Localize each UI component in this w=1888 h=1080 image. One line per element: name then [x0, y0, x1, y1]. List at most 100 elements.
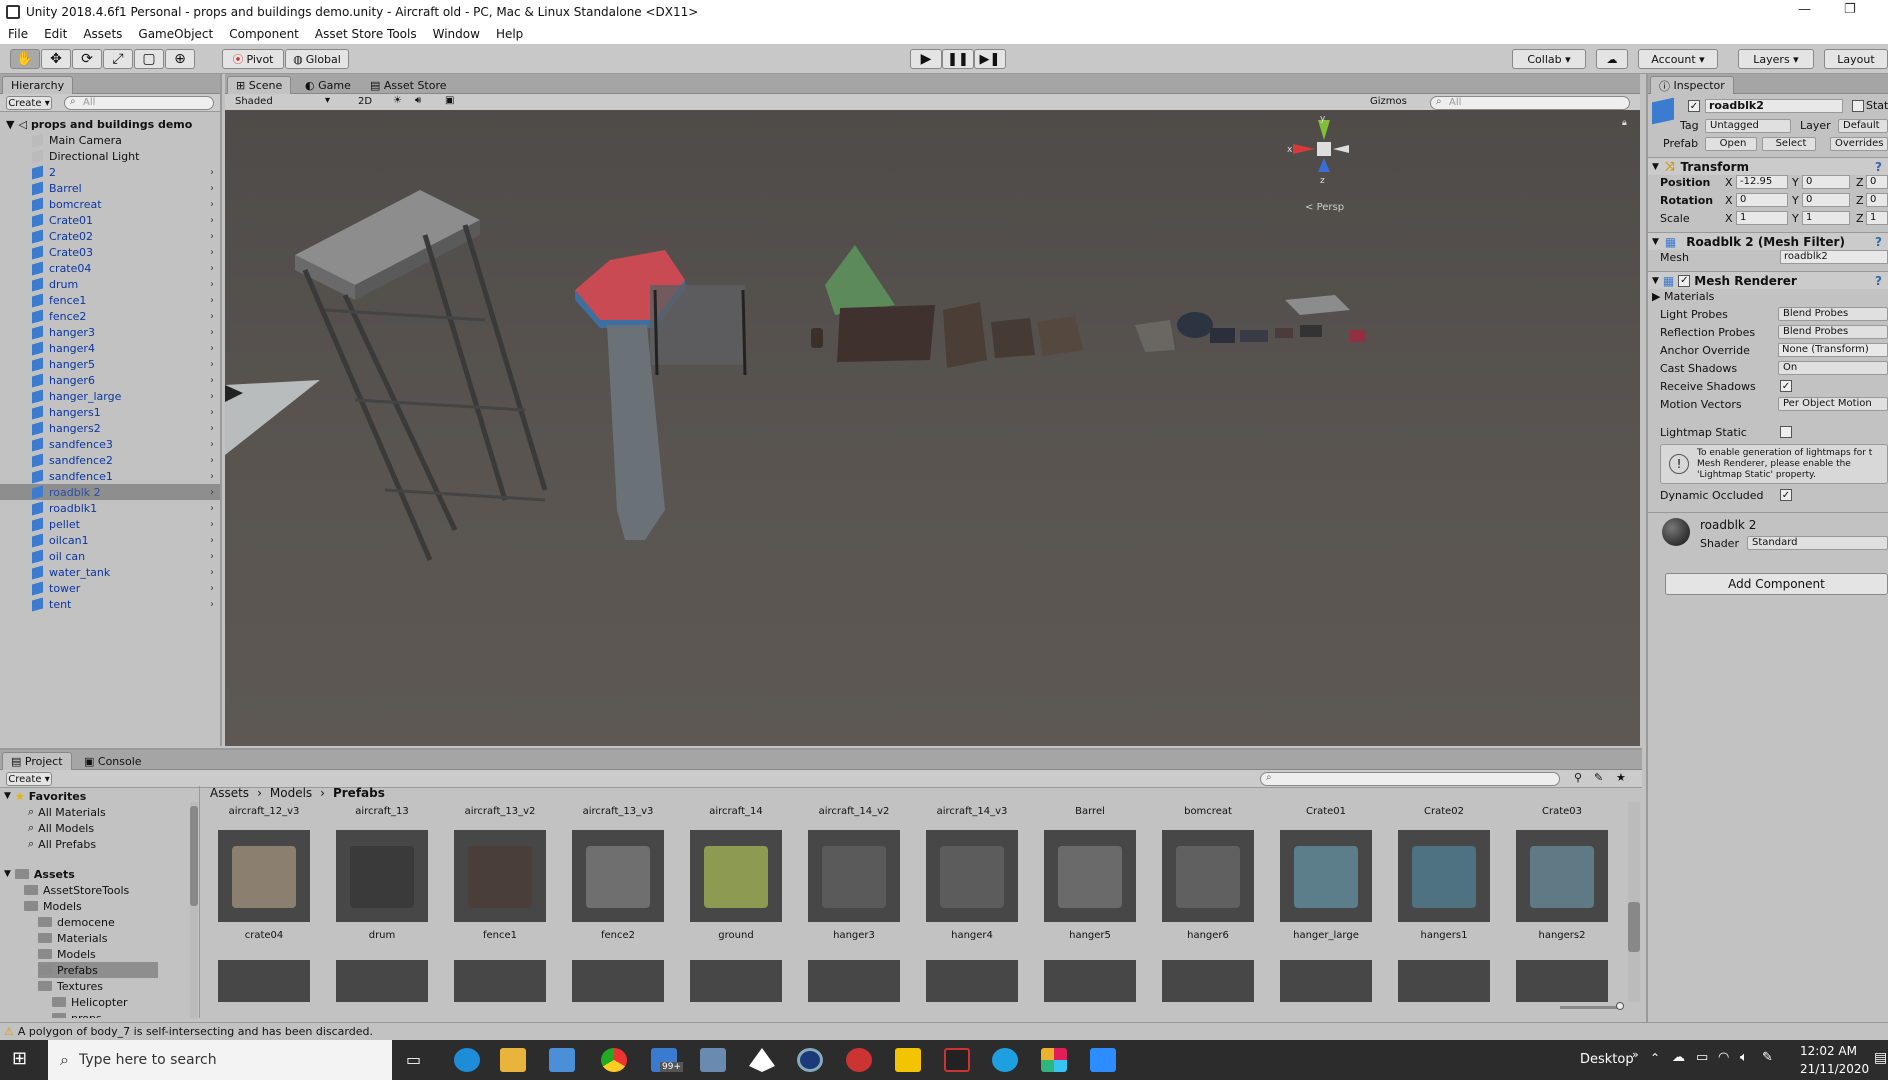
chevron-right-icon[interactable]: ›: [210, 263, 214, 274]
hierarchy-item-directional-light[interactable]: Directional Light: [0, 148, 220, 164]
help-icon[interactable]: ?: [1875, 274, 1882, 288]
collab-button[interactable]: Collab ▾: [1512, 49, 1586, 69]
motion-vectors-dropdown[interactable]: Per Object Motion: [1778, 397, 1888, 411]
minimize-button[interactable]: —: [1798, 2, 1811, 17]
chevron-right-icon[interactable]: ›: [210, 567, 214, 578]
cloud-icon[interactable]: ☁: [1596, 49, 1628, 69]
battery-icon[interactable]: ▭: [1696, 1050, 1708, 1065]
asset-label[interactable]: hangers2: [1512, 930, 1612, 941]
perspective-label[interactable]: < Persp: [1305, 202, 1344, 213]
breadcrumb-assets[interactable]: Assets: [210, 786, 249, 800]
asset-thumbnail[interactable]: [690, 960, 782, 1002]
asset-label[interactable]: fence1: [450, 930, 550, 941]
chevron-right-icon[interactable]: ›: [210, 535, 214, 546]
chevron-right-icon[interactable]: ›: [210, 167, 214, 178]
pen-icon[interactable]: ✎: [1762, 1050, 1773, 1065]
menu-asset-store-tools[interactable]: Asset Store Tools: [307, 27, 425, 41]
asset-label[interactable]: ground: [686, 930, 786, 941]
favorites-header[interactable]: ▼ ★ Favorites: [4, 788, 86, 804]
anchor-override-field[interactable]: None (Transform): [1778, 343, 1888, 357]
slack-icon[interactable]: [1041, 1048, 1067, 1072]
asset-label-top[interactable]: aircraft_12_v3: [214, 806, 314, 817]
tray-overflow-icon[interactable]: ⌃: [1650, 1051, 1660, 1065]
hierarchy-item[interactable]: drum ›: [0, 276, 220, 292]
chevron-icon[interactable]: »: [1632, 1048, 1639, 1061]
asset-thumbnail[interactable]: [218, 830, 310, 922]
layer-dropdown[interactable]: Default: [1838, 119, 1888, 133]
hierarchy-item[interactable]: oilcan1 ›: [0, 532, 220, 548]
wifi-icon[interactable]: ◠: [1718, 1050, 1729, 1065]
scene-orientation-gizmo[interactable]: [1293, 120, 1349, 172]
taskbar-search-input[interactable]: ⌕ Type here to search: [48, 1040, 392, 1080]
tab-scene[interactable]: ⊞ Scene: [227, 76, 292, 94]
hierarchy-item[interactable]: fence1 ›: [0, 292, 220, 308]
scene-root[interactable]: ▼ ◁ props and buildings demo: [0, 116, 220, 132]
asset-thumbnail[interactable]: [926, 960, 1018, 1002]
favorite-item[interactable]: ⌕ All Materials: [28, 804, 106, 820]
pause-button[interactable]: ❚❚: [942, 49, 974, 69]
assets-tree-item[interactable]: Models: [24, 898, 82, 914]
clock-date[interactable]: 21/11/2020: [1800, 1062, 1869, 1076]
hierarchy-item[interactable]: water_tank ›: [0, 564, 220, 580]
cast-shadows-dropdown[interactable]: On: [1778, 361, 1888, 375]
chevron-right-icon[interactable]: ›: [210, 215, 214, 226]
asset-label[interactable]: hanger3: [804, 930, 904, 941]
sticky-notes-icon[interactable]: [895, 1048, 921, 1072]
asset-thumbnail[interactable]: [1516, 830, 1608, 922]
chevron-right-icon[interactable]: ›: [210, 407, 214, 418]
rotation-x-field[interactable]: 0: [1736, 193, 1788, 207]
chevron-right-icon[interactable]: ›: [210, 279, 214, 290]
help-icon[interactable]: ?: [1875, 235, 1882, 249]
lightmap-static-checkbox[interactable]: [1780, 426, 1792, 438]
hierarchy-create-button[interactable]: Create ▾: [6, 96, 52, 110]
tree-scrollbar[interactable]: [190, 802, 198, 1018]
play-button[interactable]: ▶: [910, 49, 942, 69]
asset-label-top[interactable]: Barrel: [1040, 806, 1140, 817]
add-component-button[interactable]: Add Component: [1665, 573, 1888, 595]
position-z-field[interactable]: 0: [1866, 175, 1888, 189]
shading-mode-dropdown[interactable]: Shaded: [235, 96, 273, 107]
asset-label[interactable]: hangers1: [1394, 930, 1494, 941]
scale-tool-icon[interactable]: ⤢: [103, 49, 133, 69]
chevron-right-icon[interactable]: ›: [210, 375, 214, 386]
menu-file[interactable]: File: [0, 27, 36, 41]
gc-app-icon[interactable]: [944, 1048, 970, 1072]
mesh-renderer-header[interactable]: ▼ ▦ ✓ Mesh Renderer ?: [1648, 271, 1888, 289]
lighting-toggle-icon[interactable]: ☀: [393, 95, 402, 106]
asset-thumbnail[interactable]: [1280, 830, 1372, 922]
asset-label[interactable]: hanger_large: [1276, 930, 1376, 941]
filter-type-icon[interactable]: ⚲: [1574, 771, 1582, 784]
position-y-field[interactable]: 0: [1802, 175, 1850, 189]
asset-label[interactable]: hanger4: [922, 930, 1022, 941]
tab-inspector[interactable]: ⓘ Inspector: [1650, 76, 1734, 94]
hierarchy-item[interactable]: hanger5 ›: [0, 356, 220, 372]
asset-label-top[interactable]: aircraft_13_v2: [450, 806, 550, 817]
hierarchy-item-main-camera[interactable]: Main Camera: [0, 132, 220, 148]
hierarchy-item[interactable]: hanger3 ›: [0, 324, 220, 340]
prefab-select-button[interactable]: Select: [1762, 137, 1816, 151]
asset-label-top[interactable]: aircraft_14_v2: [804, 806, 904, 817]
chevron-right-icon[interactable]: ›: [210, 503, 214, 514]
asset-label[interactable]: fence2: [568, 930, 668, 941]
maximize-button[interactable]: ❐: [1844, 2, 1856, 17]
chrome-icon[interactable]: [601, 1048, 627, 1072]
breadcrumb-prefabs[interactable]: Prefabs: [333, 786, 385, 800]
chevron-right-icon[interactable]: ›: [210, 583, 214, 594]
clock-time[interactable]: 12:02 AM: [1800, 1044, 1857, 1058]
assets-tree-item[interactable]: Helicopter: [52, 994, 128, 1010]
asset-label[interactable]: hanger5: [1040, 930, 1140, 941]
task-view-icon[interactable]: ▭: [406, 1050, 421, 1069]
asset-thumbnail[interactable]: [1044, 960, 1136, 1002]
assets-tree-item[interactable]: Textures: [38, 978, 103, 994]
hierarchy-search-input[interactable]: All: [64, 96, 214, 110]
asset-label-top[interactable]: Crate01: [1276, 806, 1376, 817]
asset-label-top[interactable]: aircraft_13_v3: [568, 806, 668, 817]
hierarchy-item[interactable]: roadblk1 ›: [0, 500, 220, 516]
hierarchy-item[interactable]: hangers2 ›: [0, 420, 220, 436]
global-toggle[interactable]: ◍ Global: [285, 49, 349, 69]
rotate-tool-icon[interactable]: ⟳: [72, 49, 102, 69]
assets-tree-item[interactable]: Prefabs: [38, 962, 158, 978]
chevron-right-icon[interactable]: ›: [210, 439, 214, 450]
tab-console[interactable]: ▣ Console: [76, 752, 150, 770]
chevron-right-icon[interactable]: ›: [210, 391, 214, 402]
